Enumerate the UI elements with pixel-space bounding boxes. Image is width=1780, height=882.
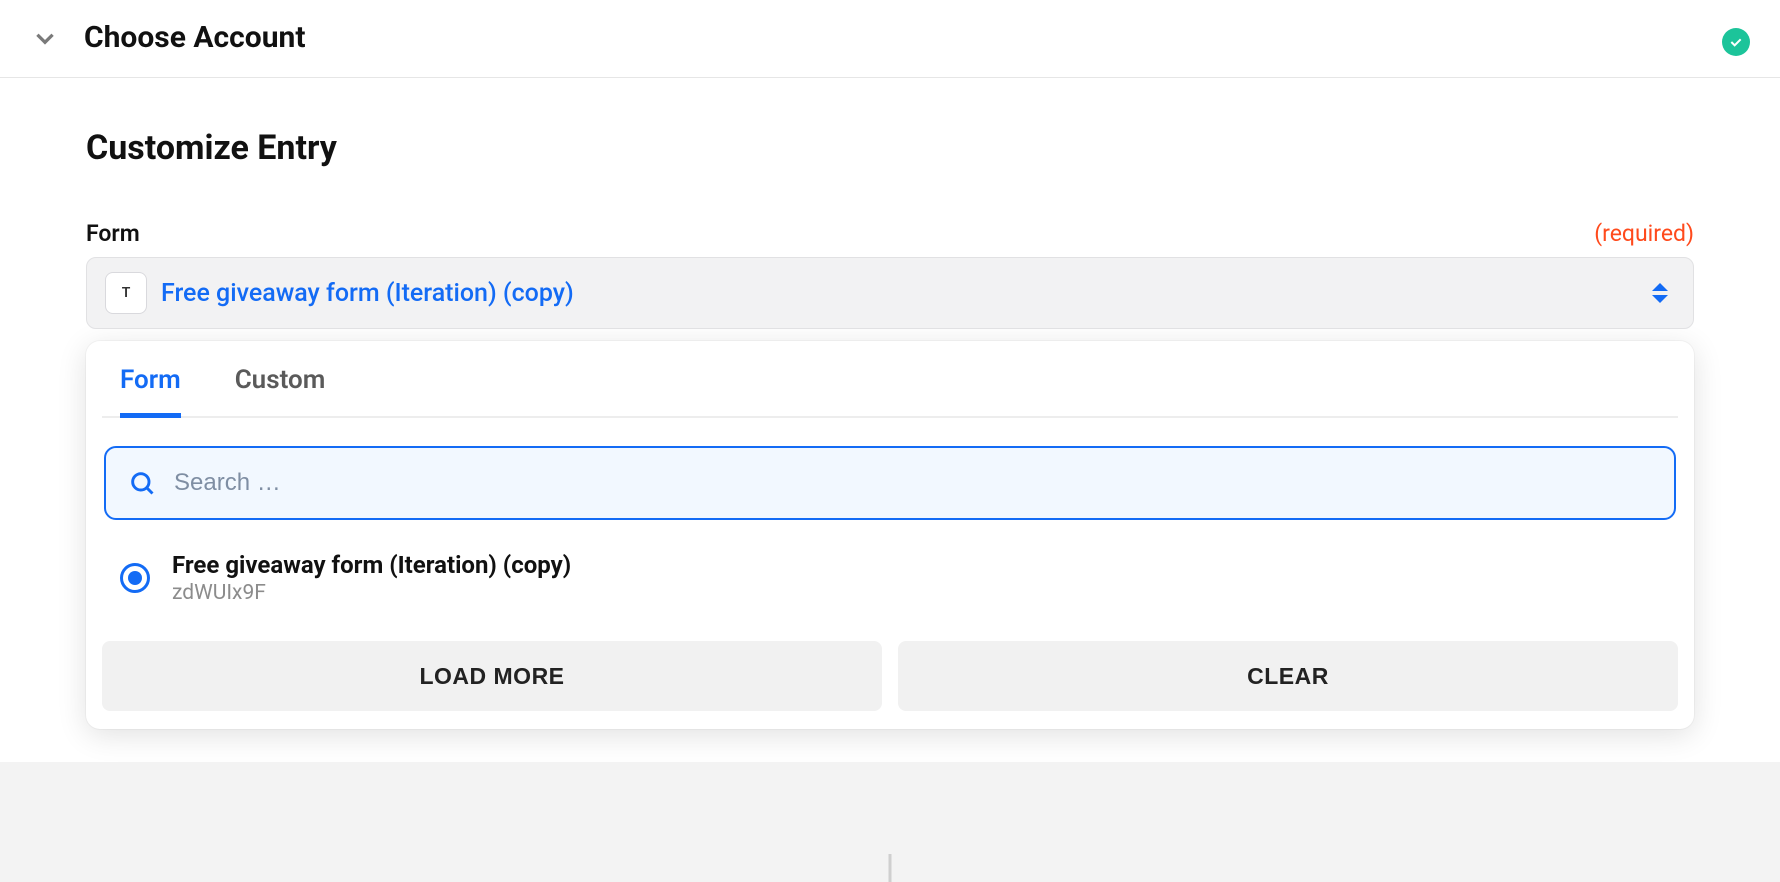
- backdrop: [0, 762, 1780, 882]
- typeform-icon: T: [105, 272, 147, 314]
- required-label: (required): [1594, 220, 1694, 247]
- clear-button[interactable]: CLEAR: [898, 641, 1678, 711]
- tab-form[interactable]: Form: [120, 365, 181, 418]
- option-title: Free giveaway form (Iteration) (copy): [172, 550, 571, 581]
- option-texts: Free giveaway form (Iteration) (copy) zd…: [172, 550, 571, 605]
- header-title: Choose Account: [84, 20, 305, 55]
- dropdown-button-row: LOAD MORE CLEAR: [102, 641, 1678, 711]
- form-select[interactable]: T Free giveaway form (Iteration) (copy): [86, 257, 1694, 329]
- chevron-down-icon[interactable]: [30, 23, 60, 53]
- radio-selected-icon: [120, 563, 150, 593]
- form-option[interactable]: Free giveaway form (Iteration) (copy) zd…: [102, 536, 1678, 623]
- field-label: Form: [86, 220, 140, 247]
- customize-entry-section: Customize Entry Form (required) T Free g…: [0, 78, 1780, 729]
- option-subtitle: zdWUIx9F: [172, 581, 571, 605]
- form-dropdown-panel: Form Custom Free giveaway form (Iteratio…: [86, 341, 1694, 729]
- search-input[interactable]: [174, 469, 1652, 497]
- sort-icon: [1651, 281, 1669, 305]
- tab-custom[interactable]: Custom: [235, 365, 326, 418]
- choose-account-header[interactable]: Choose Account: [0, 0, 1780, 78]
- search-icon: [128, 469, 156, 497]
- load-more-button[interactable]: LOAD MORE: [102, 641, 882, 711]
- search-box[interactable]: [104, 446, 1676, 520]
- dropdown-tabs: Form Custom: [102, 365, 1678, 418]
- form-select-value: Free giveaway form (Iteration) (copy): [161, 279, 574, 308]
- section-title: Customize Entry: [86, 128, 1694, 168]
- search-wrap: [104, 446, 1676, 520]
- status-check-icon: [1722, 28, 1750, 56]
- connector-line: [889, 854, 892, 882]
- field-label-row: Form (required): [86, 220, 1694, 247]
